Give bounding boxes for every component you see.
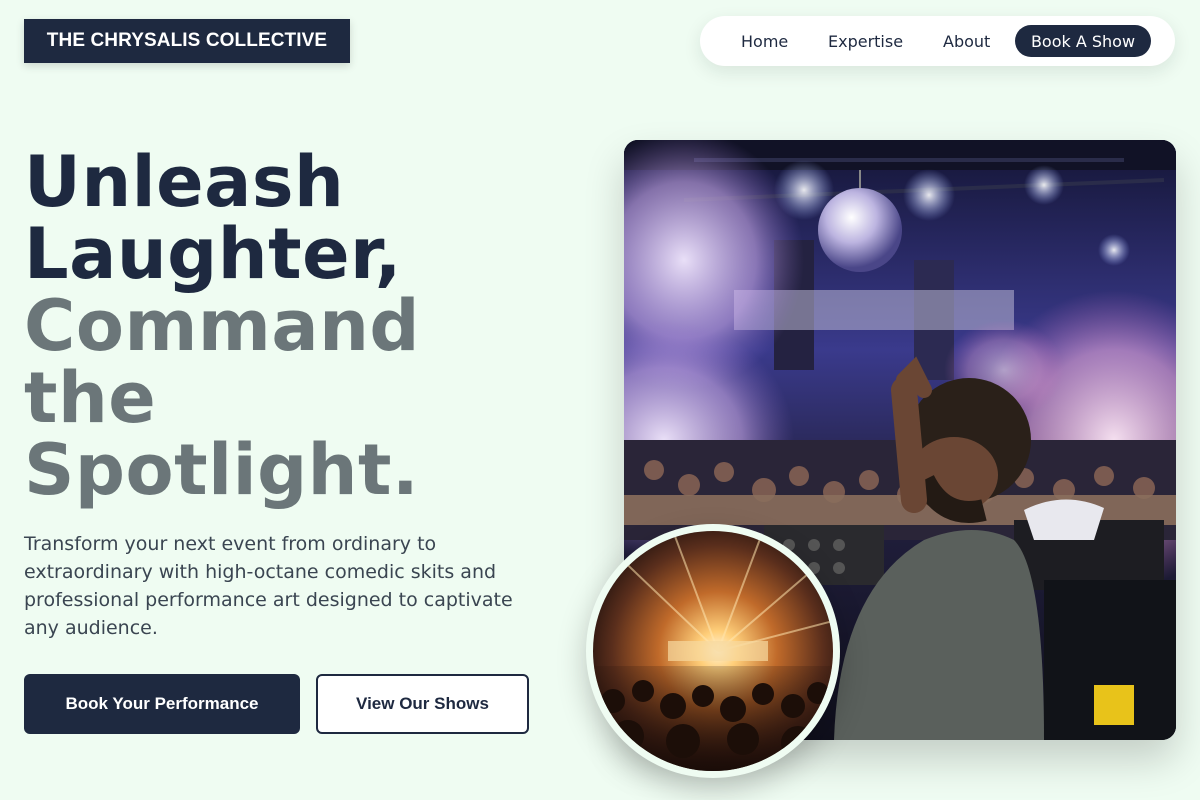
nav-item-home[interactable]: Home	[741, 16, 788, 66]
main-nav: Home Expertise About Book A Show	[700, 16, 1175, 66]
headline-line: the	[24, 357, 157, 439]
view-shows-button[interactable]: View Our Shows	[316, 674, 529, 734]
inset-image-concert	[586, 524, 840, 778]
hero-description: Transform your next event from ordinary …	[24, 533, 513, 639]
concert-stage-photo	[593, 531, 833, 771]
headline-line: Laughter,	[24, 213, 402, 295]
book-a-show-button[interactable]: Book A Show	[1015, 25, 1151, 57]
headline-line: Unleash	[24, 141, 345, 223]
hero-headline: Unleash Laughter, Command the Spotlight.	[24, 146, 564, 506]
nav-item-expertise[interactable]: Expertise	[828, 16, 903, 66]
headline-line: Spotlight.	[24, 429, 420, 511]
brand-logo[interactable]: THE CHRYSALIS COLLECTIVE	[24, 19, 350, 63]
nav-item-about[interactable]: About	[943, 16, 990, 66]
book-performance-button[interactable]: Book Your Performance	[24, 674, 300, 734]
headline-line: Command	[24, 285, 421, 367]
